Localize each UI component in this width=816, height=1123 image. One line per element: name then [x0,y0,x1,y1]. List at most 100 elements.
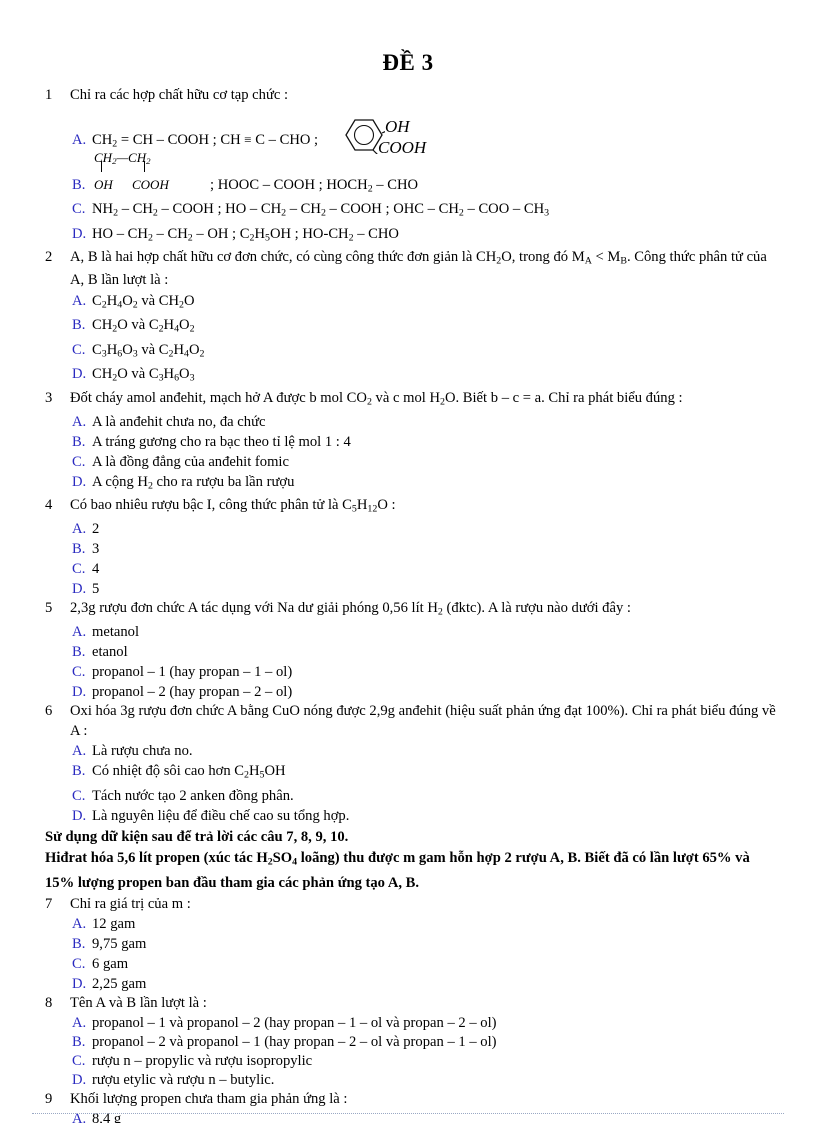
option-letter: D. [72,1071,87,1088]
question-9: 9 Khối lượng propen chưa tham gia phản ứ… [45,1090,780,1123]
option-letter: B. [72,433,86,450]
question-4-option-c[interactable]: C. 4 [45,559,780,579]
option-letter: B. [72,763,86,780]
option-text: Là rượu chưa no. [92,743,193,760]
option-letter: C. [72,956,86,973]
question-5-option-c[interactable]: C. propanol – 1 (hay propan – 1 – ol) [45,662,780,682]
chain-top-label: CH2—CH2 [94,150,151,167]
option-text: 4 [92,561,100,578]
question-3-option-d[interactable]: D. A cộng H2 cho ra rượu ba lần rượu [45,472,780,496]
option-text: Có nhiệt độ sôi cao hơn C2H5OH [92,763,286,781]
question-2-option-d[interactable]: D. CH2O và C3H6O3 [45,364,780,388]
option-letter: A. [72,1014,87,1031]
question-3-option-c[interactable]: C. A là đồng đẳng của anđehit fomic [45,452,780,472]
question-4-option-d[interactable]: D. 5 [45,579,780,599]
question-1-option-d[interactable]: D. HO – CH2 – CH2 – OH ; C2H5OH ; HO-CH2… [45,224,780,248]
option-letter: A. [72,521,87,538]
question-4: 4 Có bao nhiêu rượu bậc I, công thức phâ… [45,496,780,599]
option-text: A cộng H2 cho ra rượu ba lần rượu [92,473,295,492]
option-letter: A. [72,624,87,641]
question-5-text: 2,3g rượu đơn chức A tác dụng với Na dư … [70,600,631,618]
option-text: 5 [92,581,100,598]
question-1-option-b[interactable]: B. CH2—CH2 OH COOH; HOOC – COOH ; HOCH2 – … [45,150,780,199]
benzene-ring-oh-cooh-structure: OH COOH [345,116,505,172]
question-6-option-d[interactable]: D. Là nguyên liệu để điều chế cao su tổn… [45,806,780,826]
question-8: 8 Tên A và B lần lượt là : A. propanol –… [45,994,780,1090]
question-2-option-a[interactable]: A. C2H4O2 và CH2O [45,291,780,315]
option-text: A là anđehit chưa no, đa chức [92,413,266,430]
question-7-option-a[interactable]: A. 12 gam [45,914,780,934]
question-6-option-a[interactable]: A. Là rượu chưa no. [45,741,780,761]
option-text: CH2—CH2 OH COOH; HOOC – COOH ; HOCH2 – CHO [92,150,780,199]
question-4-option-a[interactable]: A. 2 [45,519,780,539]
question-5-options: A. metanol B. etanol C. propanol – 1 (ha… [45,622,780,702]
question-6: 6 Oxi hóa 3g rượu đơn chức A bằng CuO nó… [45,702,780,825]
question-3-options: A. A là anđehit chưa no, đa chức B. A tr… [45,412,780,496]
question-3-option-a[interactable]: A. A là anđehit chưa no, đa chức [45,412,780,432]
option-letter: D. [72,684,87,701]
option-text: 2 [92,521,100,538]
question-5-option-b[interactable]: B. etanol [45,642,780,662]
question-3-number: 3 [45,389,53,406]
option-letter: D. [72,976,87,993]
option-letter: D. [72,473,87,490]
question-1-text: Chỉ ra các hợp chất hữu cơ tạp chức : [70,87,289,103]
question-6-option-b[interactable]: B. Có nhiệt độ sôi cao hơn C2H5OH [45,761,780,785]
question-list: 1 Chỉ ra các hợp chất hữu cơ tạp chức : … [45,86,780,1123]
option-letter: D. [72,581,87,598]
question-3-option-b[interactable]: B. A tráng gương cho ra bạc theo tỉ lệ m… [45,432,780,452]
question-8-option-a[interactable]: A. propanol – 1 và propanol – 2 (hay pro… [45,1014,780,1033]
question-6-option-c[interactable]: C. Tách nước tạo 2 anken đồng phân. [45,786,780,806]
question-4-number: 4 [45,497,53,514]
benzene-substituent-oh: OH [385,116,410,136]
option-letter: B. [72,644,86,661]
question-8-number: 8 [45,995,53,1012]
question-5-option-d[interactable]: D. propanol – 2 (hay propan – 2 – ol) [45,682,780,702]
question-5-option-a[interactable]: A. metanol [45,622,780,642]
question-7-option-b[interactable]: B. 9,75 gam [45,934,780,954]
option-letter: B. [72,1033,86,1050]
question-4-option-b[interactable]: B. 3 [45,539,780,559]
question-7-option-d[interactable]: D. 2,25 gam [45,974,780,994]
question-4-options: A. 2 B. 3 C. 4 D. 5 [45,519,780,599]
question-4-stem: 4 Có bao nhiêu rượu bậc I, công thức phâ… [45,496,780,519]
option-text: propanol – 2 và propanol – 1 (hay propan… [92,1033,497,1050]
question-9-option-a[interactable]: A. 8,4 g [45,1109,780,1123]
option-letter: C. [72,664,86,681]
option-text: metanol [92,624,140,641]
question-9-number: 9 [45,1090,53,1107]
question-8-options: A. propanol – 1 và propanol – 2 (hay pro… [45,1014,780,1090]
question-4-text: Có bao nhiêu rượu bậc I, công thức phân … [70,497,396,515]
question-2-option-c[interactable]: C. C3H6O3 và C2H4O2 [45,340,780,364]
question-2-option-b[interactable]: B. CH2O và C2H4O2 [45,315,780,339]
question-7-number: 7 [45,895,53,912]
option-letter: C. [72,341,86,358]
option-letter: C. [72,561,86,578]
question-8-option-b[interactable]: B. propanol – 2 và propanol – 1 (hay pro… [45,1033,780,1052]
question-2-stem: 2 A, B là hai hợp chất hữu cơ đơn chức, … [45,248,780,290]
instruction-line-2: Hiđrat hóa 5,6 lít propen (xúc tác H2SO4… [45,850,750,892]
benzene-substituent-cooh: COOH [378,137,427,157]
question-6-stem: 6 Oxi hóa 3g rượu đơn chức A bằng CuO nó… [45,702,780,741]
question-7: 7 Chỉ ra giá trị của m : A. 12 gam B. 9,… [45,895,780,995]
question-7-options: A. 12 gam B. 9,75 gam C. 6 gam D. 2,25 g… [45,914,780,994]
question-7-option-c[interactable]: C. 6 gam [45,954,780,974]
question-8-option-d[interactable]: D. rượu etylic và rượu n – butylic. [45,1071,780,1090]
chain-substituent-oh: OH [94,177,113,193]
option-letter: D. [72,225,87,242]
option-text: A là đồng đẳng của anđehit fomic [92,453,289,470]
option-text: propanol – 1 và propanol – 2 (hay propan… [92,1014,497,1031]
question-1-stem: 1 Chỉ ra các hợp chất hữu cơ tạp chức : [45,86,780,106]
page-footer-rule [32,1113,784,1115]
question-1-option-c[interactable]: C. NH2 – CH2 – COOH ; HO – CH2 – CH2 – C… [45,199,780,223]
option-text: Là nguyên liệu để điều chế cao su tổng h… [92,807,350,824]
option-text: rượu n – propylic và rượu isopropylic [92,1052,313,1069]
ethylene-oh-cooh-chain-structure: CH2—CH2 OH COOH [92,150,210,199]
option-text: CH2O và C3H6O3 [92,366,195,384]
question-6-options: A. Là rượu chưa no. B. Có nhiệt độ sôi c… [45,741,780,825]
question-1: 1 Chỉ ra các hợp chất hữu cơ tạp chức : … [45,86,780,248]
instruction-line-1: Sử dụng dữ kiện sau để trả lời các câu 7… [45,828,349,845]
exam-page: ĐỀ 3 1 Chỉ ra các hợp chất hữu cơ tạp ch… [0,0,816,1123]
question-8-option-c[interactable]: C. rượu n – propylic và rượu isopropylic [45,1052,780,1071]
question-5: 5 2,3g rượu đơn chức A tác dụng với Na d… [45,599,780,702]
